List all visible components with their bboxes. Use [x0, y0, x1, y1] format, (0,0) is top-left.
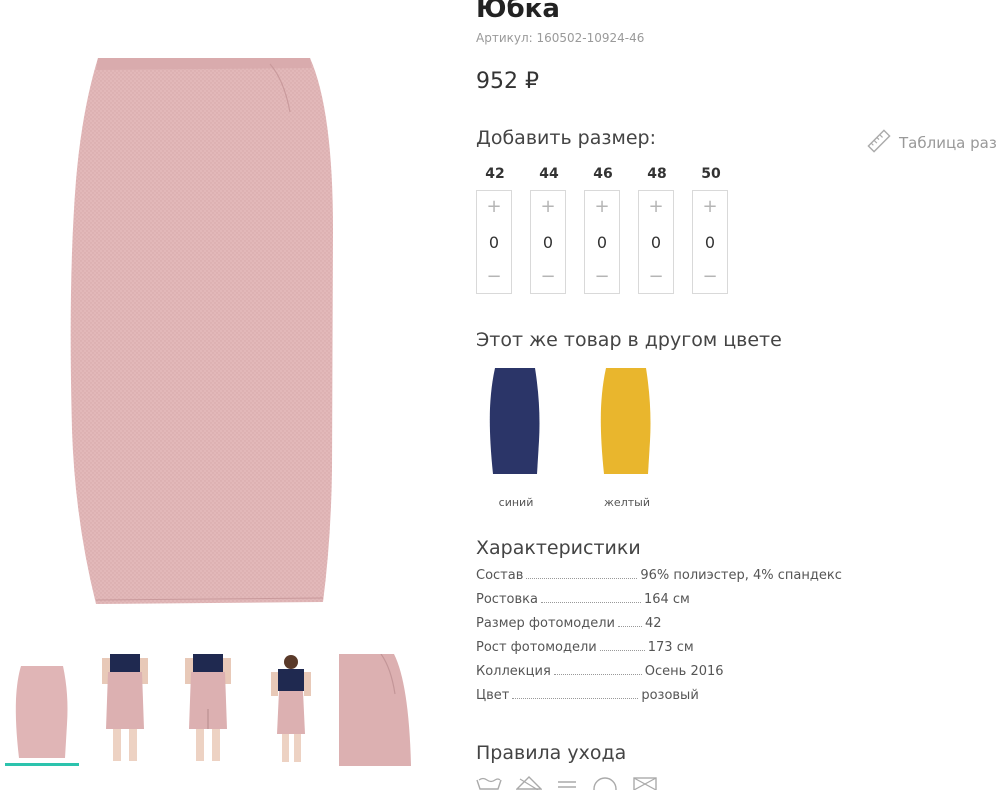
dotted-leader — [526, 577, 638, 579]
characteristic-key: Рост фотомодели — [476, 640, 597, 655]
increment-button[interactable]: + — [585, 195, 619, 219]
dry-icon — [556, 775, 578, 794]
characteristic-row: Ростовка 164 см — [476, 592, 846, 616]
size-column-44: 44 + 0 − — [530, 164, 568, 294]
no-tumble-dry-icon — [632, 775, 658, 794]
characteristic-row: Размер фотомодели 42 — [476, 616, 846, 640]
characteristic-value: Осень 2016 — [644, 664, 724, 679]
add-size-heading: Добавить размер: — [476, 127, 656, 149]
characteristic-row: Рост фотомодели 173 см — [476, 640, 846, 664]
characteristics-heading: Характеристики — [476, 537, 641, 559]
thumbnail-1[interactable] — [5, 654, 79, 766]
dry-clean-icon — [592, 775, 618, 794]
increment-button[interactable]: + — [639, 195, 673, 219]
quantity-stepper: + 0 − — [692, 190, 728, 294]
size-column-46: 46 + 0 − — [584, 164, 622, 294]
size-table-link[interactable]: Таблица раз — [867, 129, 997, 157]
size-label: 50 — [701, 166, 721, 182]
yellow-skirt-image — [600, 368, 651, 474]
care-icons — [476, 775, 658, 794]
characteristic-key: Цвет — [476, 688, 510, 703]
size-label: 46 — [593, 166, 613, 182]
decrement-button[interactable]: − — [639, 265, 673, 289]
quantity-stepper: + 0 − — [638, 190, 674, 294]
characteristic-key: Размер фотомодели — [476, 616, 616, 631]
thumbnail-4[interactable] — [254, 654, 328, 766]
quantity-value[interactable]: 0 — [489, 233, 499, 252]
no-bleach-icon — [515, 775, 543, 794]
quantity-value[interactable]: 0 — [543, 233, 553, 252]
color-variant-label: желтый — [604, 496, 650, 509]
dotted-leader — [540, 601, 641, 603]
color-variant-label: синий — [498, 496, 534, 509]
product-sku: Артикул: 160502-10924-46 — [476, 31, 645, 45]
characteristic-key: Состав — [476, 568, 524, 583]
dotted-leader — [618, 625, 643, 627]
size-table-label: Таблица раз — [899, 134, 997, 152]
size-label: 42 — [485, 166, 505, 182]
decrement-button[interactable]: − — [477, 265, 511, 289]
decrement-button[interactable]: − — [531, 265, 565, 289]
product-title: Юбка — [476, 0, 560, 24]
quantity-stepper: + 0 − — [530, 190, 566, 294]
quantity-stepper: + 0 − — [584, 190, 620, 294]
blue-skirt-image — [489, 368, 540, 474]
other-colors-heading: Этот же товар в другом цвете — [476, 329, 782, 351]
characteristic-key: Коллекция — [476, 664, 551, 679]
dotted-leader — [512, 697, 639, 699]
dotted-leader — [553, 673, 642, 675]
quantity-stepper: + 0 − — [476, 190, 512, 294]
dotted-leader — [599, 649, 645, 651]
size-selector: 42 + 0 − 44 + 0 − 46 + 0 − 48 + 0 − 50 +… — [476, 164, 730, 294]
characteristics-list: Состав 96% полиэстер, 4% спандекс Ростов… — [476, 568, 846, 712]
characteristic-value: розовый — [641, 688, 699, 703]
characteristic-row: Цвет розовый — [476, 688, 846, 712]
thumbnail-2[interactable] — [88, 654, 162, 766]
increment-button[interactable]: + — [477, 195, 511, 219]
characteristic-value: 42 — [645, 616, 662, 631]
main-product-image[interactable] — [0, 0, 420, 640]
thumbnail-5[interactable] — [339, 654, 413, 766]
quantity-value[interactable]: 0 — [597, 233, 607, 252]
size-label: 44 — [539, 166, 559, 182]
thumbnail-strip — [5, 654, 425, 774]
characteristic-value: 164 см — [643, 592, 690, 607]
ruler-icon — [867, 129, 891, 157]
size-column-42: 42 + 0 − — [476, 164, 514, 294]
size-column-48: 48 + 0 − — [638, 164, 676, 294]
decrement-button[interactable]: − — [693, 265, 727, 289]
increment-button[interactable]: + — [531, 195, 565, 219]
product-price: 952 ₽ — [476, 69, 539, 94]
wash-icon — [476, 775, 502, 794]
characteristic-row: Коллекция Осень 2016 — [476, 664, 846, 688]
characteristic-key: Ростовка — [476, 592, 538, 607]
care-rules-heading: Правила ухода — [476, 742, 627, 764]
size-label: 48 — [647, 166, 667, 182]
color-variant-yellow[interactable]: желтый — [592, 366, 662, 509]
thumbnail-3[interactable] — [171, 654, 245, 766]
decrement-button[interactable]: − — [585, 265, 619, 289]
size-column-50: 50 + 0 − — [692, 164, 730, 294]
increment-button[interactable]: + — [693, 195, 727, 219]
characteristic-row: Состав 96% полиэстер, 4% спандекс — [476, 568, 846, 592]
quantity-value[interactable]: 0 — [705, 233, 715, 252]
quantity-value[interactable]: 0 — [651, 233, 661, 252]
characteristic-value: 96% полиэстер, 4% спандекс — [640, 568, 842, 583]
color-variant-blue[interactable]: синий — [481, 366, 551, 509]
characteristic-value: 173 см — [647, 640, 694, 655]
